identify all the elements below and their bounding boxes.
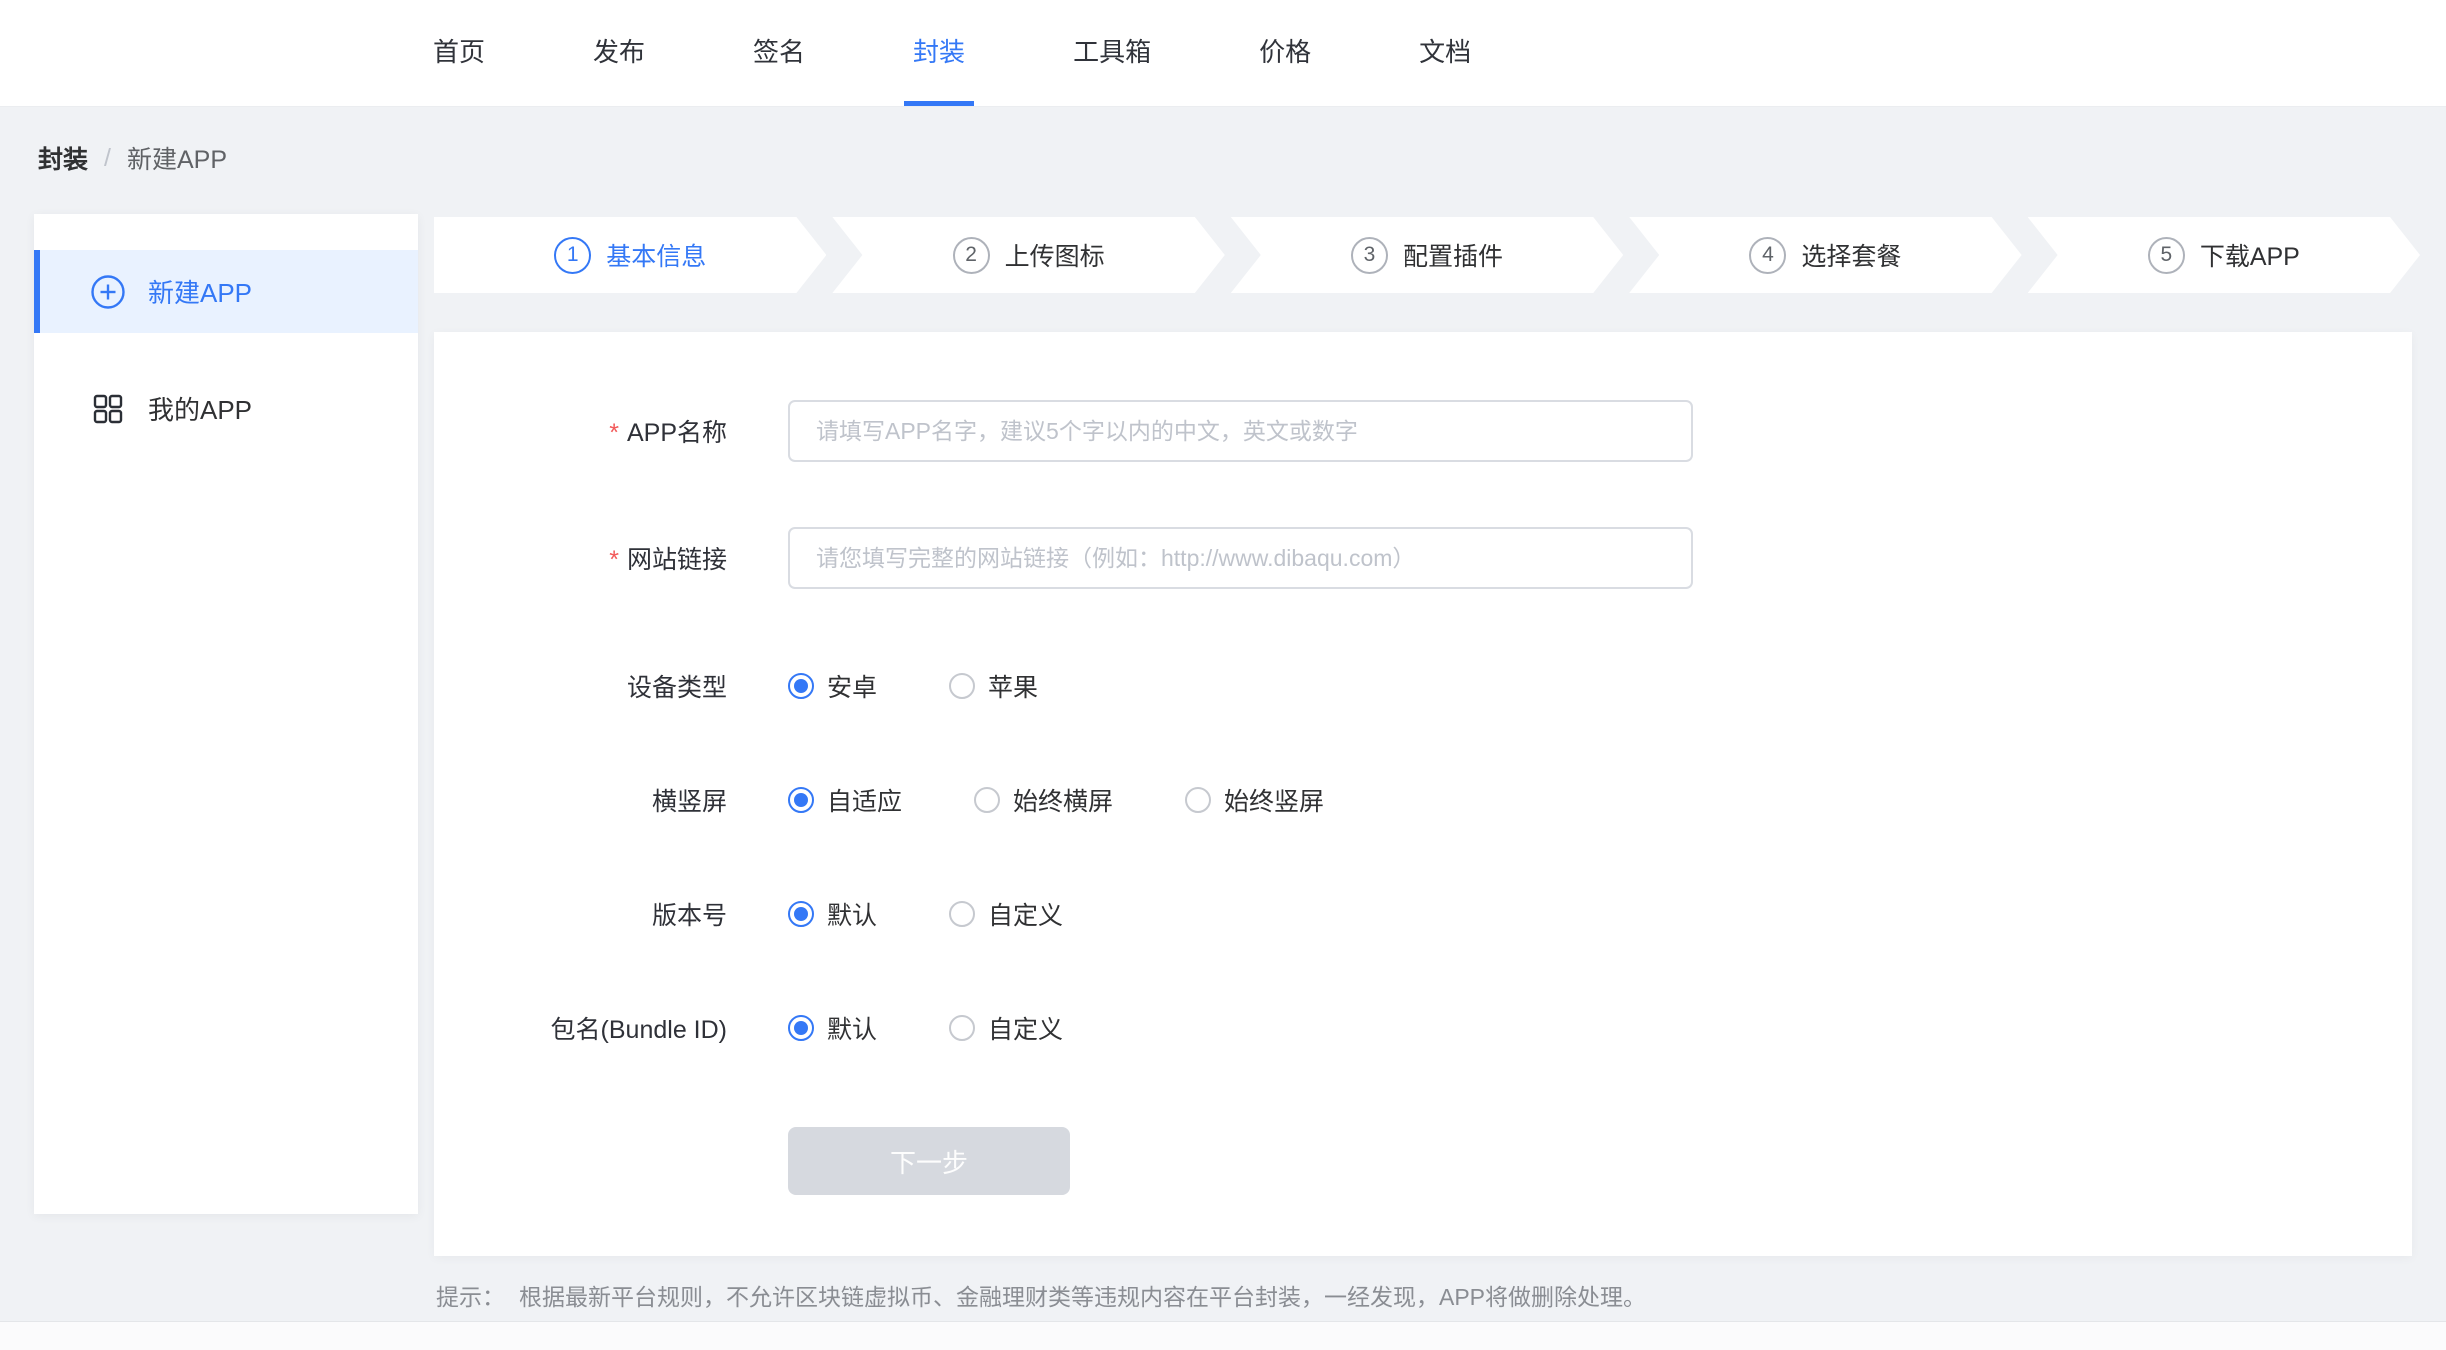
platform-rule-tip: 提示： 根据最新平台规则，不允许区块链虚拟币、金融理财类等违规内容在平台封装，一经… — [436, 1278, 1646, 1312]
site-url-input[interactable] — [788, 527, 1693, 589]
required-mark: * — [609, 546, 619, 574]
site-url-label: *网站链接 — [434, 540, 727, 576]
grid-icon — [90, 391, 126, 427]
sidebar-item-label: 新建APP — [148, 273, 252, 310]
step-label: 配置插件 — [1403, 237, 1503, 273]
radio-ios[interactable]: 苹果 — [949, 668, 1038, 704]
radio-bundle-custom[interactable]: 自定义 — [949, 1010, 1063, 1046]
sidebar-item-new-app[interactable]: 新建APP — [34, 250, 418, 333]
step-upload-icon[interactable]: 2 上传图标 — [832, 217, 1224, 293]
sidebar: 新建APP 我的APP — [34, 214, 418, 1214]
radio-always-landscape[interactable]: 始终横屏 — [974, 782, 1113, 818]
form-row-orientation: 横竖屏 自适应 始终横屏 始终竖屏 — [434, 780, 2412, 820]
sidebar-item-label: 我的APP — [148, 390, 252, 427]
step-number: 5 — [2148, 237, 2185, 274]
step-number: 3 — [1351, 237, 1388, 274]
form-row-site-url: *网站链接 — [434, 527, 2412, 589]
tip-text: 根据最新平台规则，不允许区块链虚拟币、金融理财类等违规内容在平台封装，一经发现，… — [519, 1284, 1646, 1310]
step-label: 上传图标 — [1005, 237, 1105, 273]
radio-version-custom[interactable]: 自定义 — [949, 896, 1063, 932]
radio-bundle-default[interactable]: 默认 — [788, 1010, 877, 1046]
breadcrumb-root[interactable]: 封装 — [38, 140, 88, 176]
radio-version-default[interactable]: 默认 — [788, 896, 877, 932]
nav-item-home[interactable]: 首页 — [424, 0, 494, 106]
sidebar-item-my-apps[interactable]: 我的APP — [34, 367, 418, 450]
breadcrumb: 封装 / 新建APP — [38, 140, 227, 176]
plus-circle-icon — [90, 274, 126, 310]
nav-item-sign[interactable]: 签名 — [744, 0, 814, 106]
step-label: 选择套餐 — [1801, 237, 1901, 273]
new-app-form: *APP名称 *网站链接 设备类型 安卓 苹果 横竖屏 — [434, 332, 2412, 1256]
step-number: 2 — [953, 237, 990, 274]
footer-strip — [0, 1321, 2446, 1350]
orientation-label: 横竖屏 — [434, 782, 727, 818]
nav-item-docs[interactable]: 文档 — [1410, 0, 1480, 106]
app-name-input[interactable] — [788, 400, 1693, 462]
nav-item-package[interactable]: 封装 — [904, 0, 974, 106]
radio-dot-icon — [788, 787, 814, 813]
nav-item-publish[interactable]: 发布 — [584, 0, 654, 106]
step-label: 基本信息 — [606, 237, 706, 273]
nav-item-toolbox[interactable]: 工具箱 — [1064, 0, 1160, 106]
radio-dot-icon — [949, 1015, 975, 1041]
radio-dot-icon — [788, 673, 814, 699]
step-label: 下载APP — [2200, 237, 2300, 273]
radio-dot-icon — [949, 673, 975, 699]
device-type-label: 设备类型 — [434, 668, 727, 704]
radio-dot-icon — [1185, 787, 1211, 813]
bundle-id-label: 包名(Bundle ID) — [434, 1010, 727, 1046]
version-label: 版本号 — [434, 896, 727, 932]
step-number: 1 — [554, 237, 591, 274]
step-configure-plugins[interactable]: 3 配置插件 — [1231, 217, 1623, 293]
radio-dot-icon — [788, 901, 814, 927]
step-download-app[interactable]: 5 下载APP — [2028, 217, 2420, 293]
form-row-bundle-id: 包名(Bundle ID) 默认 自定义 — [434, 1008, 2412, 1048]
radio-dot-icon — [788, 1015, 814, 1041]
step-basic-info[interactable]: 1 基本信息 — [434, 217, 826, 293]
breadcrumb-current: 新建APP — [127, 140, 227, 176]
app-name-label: *APP名称 — [434, 413, 727, 449]
radio-dot-icon — [949, 901, 975, 927]
radio-android[interactable]: 安卓 — [788, 668, 877, 704]
radio-adaptive[interactable]: 自适应 — [788, 782, 902, 818]
form-row-version: 版本号 默认 自定义 — [434, 894, 2412, 934]
form-row-submit: 下一步 — [434, 1127, 2412, 1195]
form-row-app-name: *APP名称 — [434, 400, 2412, 462]
tip-prefix: 提示： — [436, 1284, 505, 1310]
radio-always-portrait[interactable]: 始终竖屏 — [1185, 782, 1324, 818]
breadcrumb-separator: / — [104, 144, 111, 173]
form-row-device-type: 设备类型 安卓 苹果 — [434, 666, 2412, 706]
top-nav: 首页 发布 签名 封装 工具箱 价格 文档 — [0, 0, 2446, 107]
required-mark: * — [609, 419, 619, 447]
step-number: 4 — [1749, 237, 1786, 274]
nav-item-price[interactable]: 价格 — [1250, 0, 1320, 106]
next-step-button[interactable]: 下一步 — [788, 1127, 1070, 1195]
step-select-plan[interactable]: 4 选择套餐 — [1629, 217, 2021, 293]
radio-dot-icon — [974, 787, 1000, 813]
step-wizard: 1 基本信息 2 上传图标 3 配置插件 4 选择套餐 5 下载APP — [434, 217, 2420, 293]
